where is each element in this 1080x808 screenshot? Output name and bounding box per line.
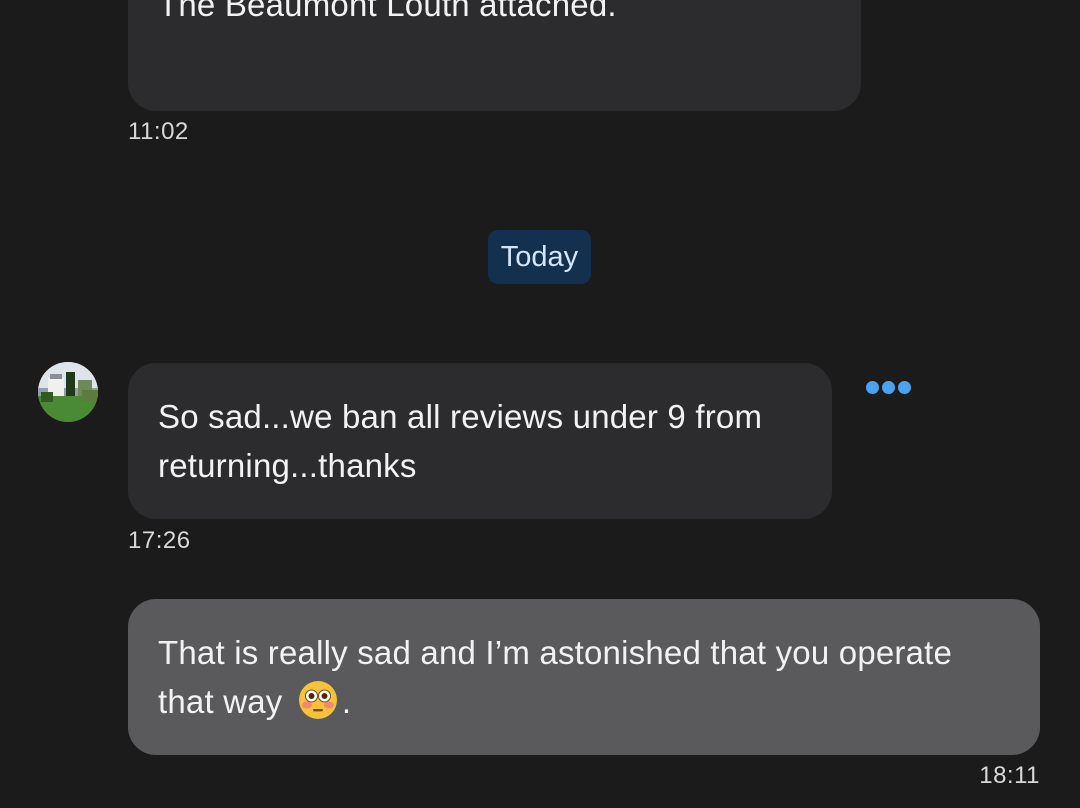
message-bubble-incoming[interactable]: So sad...we ban all reviews under 9 from… [128, 363, 832, 519]
flushed-face-icon [298, 681, 337, 719]
date-separator: Today [488, 230, 591, 284]
message-text: The Beaumont Louth attached. [158, 0, 617, 23]
message-timestamp: 17:26 [128, 527, 191, 554]
message-timestamp: 11:02 [128, 118, 189, 145]
message-text: So sad...we ban all reviews under 9 from… [158, 398, 763, 484]
avatar-photo-icon [38, 362, 98, 422]
more-options-icon[interactable] [860, 376, 916, 398]
dot [865, 380, 879, 394]
chat-screen: The Beaumont Louth attached. 11:02 Today… [0, 0, 1080, 808]
sender-avatar[interactable] [38, 362, 98, 422]
message-text-end: . [341, 683, 352, 720]
message-bubble-outgoing[interactable]: That is really sad and I’m astonished th… [128, 599, 1040, 755]
message-text: That is really sad and I’m astonished th… [158, 634, 953, 720]
dot [897, 380, 911, 394]
message-bubble-incoming[interactable]: The Beaumont Louth attached. [128, 0, 861, 111]
dot [881, 380, 895, 394]
message-timestamp: 18:11 [979, 762, 1040, 789]
